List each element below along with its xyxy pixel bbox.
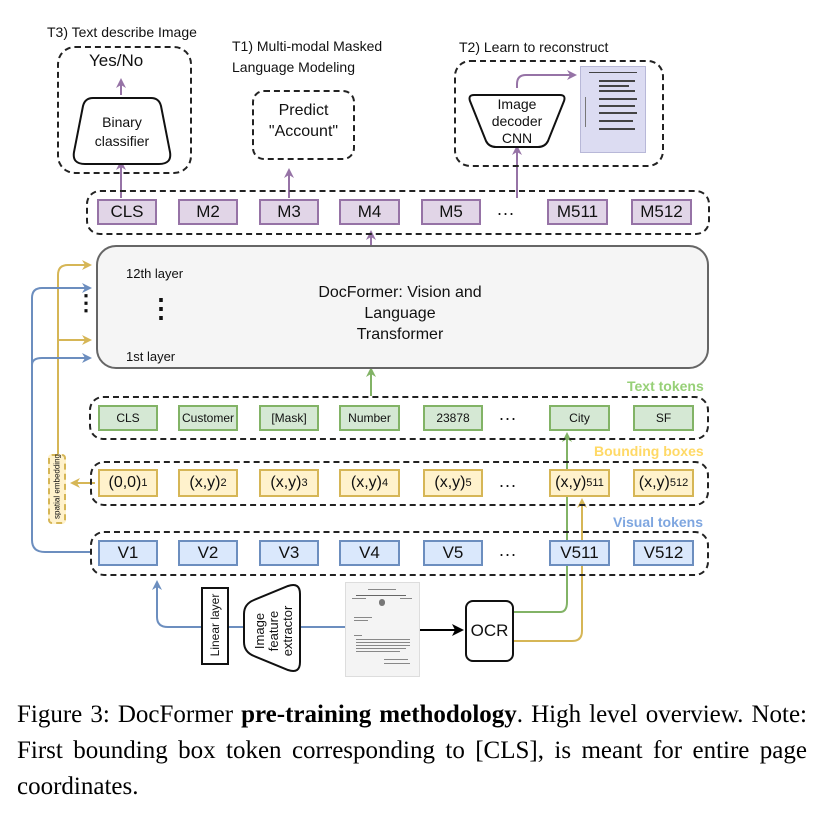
spatial-embedding-label: spatial embedding (52, 454, 62, 519)
text-ellipsis: ... (499, 404, 518, 424)
text-token: CLS (98, 405, 158, 431)
binary-classifier-line1: Binary (102, 114, 142, 130)
task-t1-title: T1) Multi-modal Masked Language Modeling (232, 36, 382, 78)
output-token: M512 (631, 199, 692, 225)
visual-token: V512 (633, 540, 694, 566)
bbox-base: (x,y) (189, 474, 221, 491)
input-document-image (345, 582, 420, 677)
output-token: M511 (547, 199, 608, 225)
bbox-sub: 4 (381, 477, 389, 489)
feature-extractor-label: Image feature extractor (252, 591, 295, 671)
bbox-base: (x,y) (638, 474, 670, 491)
text-token: Customer (178, 405, 238, 431)
feature-extractor-line3: extractor (280, 605, 295, 657)
text-token: [Mask] (259, 405, 319, 431)
bbox-token: (x,y) 512 (633, 469, 694, 497)
bbox-base: (x,y) (555, 474, 587, 491)
bbox-base: (x,y) (270, 474, 302, 491)
image-decoder-line3: CNN (501, 130, 533, 146)
side-vdots: ⋮ (75, 290, 97, 315)
arrow-visual-to-1st (31, 353, 92, 372)
visual-token: V1 (98, 540, 158, 566)
bbox-sub: 512 (669, 477, 689, 489)
bbox-sub: 2 (220, 477, 227, 489)
transformer-title-line3: Transformer (356, 326, 444, 343)
predict-line1: Predict (278, 102, 329, 119)
feature-extractor-line1: Image (252, 612, 267, 650)
output-token: M3 (259, 199, 319, 225)
text-token: Number (339, 405, 400, 431)
predict-account-label: Predict "Account" (252, 100, 355, 142)
bbox-token: (x,y) 511 (549, 469, 610, 497)
visual-token: V2 (178, 540, 238, 566)
layer-12-label: 12th layer (126, 266, 184, 281)
visual-token: V5 (423, 540, 483, 566)
ocr-box: OCR (465, 600, 514, 662)
t3-output-yesno: Yes/No (89, 51, 144, 70)
bounding-boxes-label: Bounding boxes (594, 443, 704, 459)
text-tokens-label: Text tokens (627, 378, 704, 394)
output-ellipsis: ... (497, 199, 516, 219)
bbox-base: (x,y) (434, 474, 466, 491)
layer-1-label: 1st layer (126, 349, 176, 364)
bbox-token: (x,y) 3 (259, 469, 319, 497)
transformer-title-line1: DocFormer: Vision and (318, 284, 482, 301)
bbox-token: (x,y) 5 (423, 469, 483, 497)
visual-token: V4 (339, 540, 400, 566)
binary-classifier-line2: classifier (94, 133, 150, 149)
bbox-token: (x,y) 2 (178, 469, 238, 497)
bbox-sub: 511 (586, 477, 604, 489)
task-t2-title: T2) Learn to reconstruct (459, 39, 609, 55)
predict-line2: "Account" (268, 123, 339, 140)
transformer-title-line2: Language (364, 305, 436, 322)
visual-token: V3 (259, 540, 319, 566)
bbox-sub: 3 (301, 477, 308, 489)
task-t1-title-line1: T1) Multi-modal Masked (232, 38, 383, 54)
bbox-sub: 5 (465, 477, 472, 489)
visual-token: V511 (549, 540, 610, 566)
text-token: 23878 (423, 405, 483, 431)
layer-vdots: ⋮ (148, 293, 174, 323)
image-decoder-line2: decoder (491, 113, 543, 129)
output-token: M2 (178, 199, 238, 225)
binary-classifier-label: Binary classifier (71, 113, 173, 151)
task-t1-title-line2: Language Modeling (232, 59, 355, 75)
transformer-title: DocFormer: Vision and Language Transform… (290, 282, 510, 345)
image-decoder-label: Image decoder CNN (466, 96, 568, 147)
text-token: City (549, 405, 610, 431)
caption-bold: pre-training methodology (241, 701, 517, 728)
output-token: CLS (97, 199, 157, 225)
bbox-sub: 1 (141, 477, 148, 489)
caption-prefix: Figure 3: DocFormer (17, 701, 242, 728)
visual-tokens-label: Visual tokens (613, 514, 704, 530)
task-t3-title: T3) Text describe Image (47, 24, 197, 40)
linear-layer-label: Linear layer (208, 593, 222, 657)
feature-extractor-line2: feature (266, 610, 281, 652)
output-token: M5 (421, 199, 481, 225)
image-decoder-line1: Image (497, 96, 537, 112)
text-token: SF (633, 405, 694, 431)
figure-caption: Figure 3: DocFormer pre-training methodo… (17, 697, 807, 805)
output-token: M4 (339, 199, 400, 225)
bbox-token: (0,0) 1 (98, 469, 158, 497)
bbox-base: (0,0) (108, 474, 142, 491)
bbox-base: (x,y) (350, 474, 382, 491)
visual-ellipsis: ... (499, 540, 518, 560)
bbox-token: (x,y) 4 (339, 469, 400, 497)
reconstructed-document-image (580, 66, 646, 153)
bbox-ellipsis: ... (499, 471, 518, 491)
